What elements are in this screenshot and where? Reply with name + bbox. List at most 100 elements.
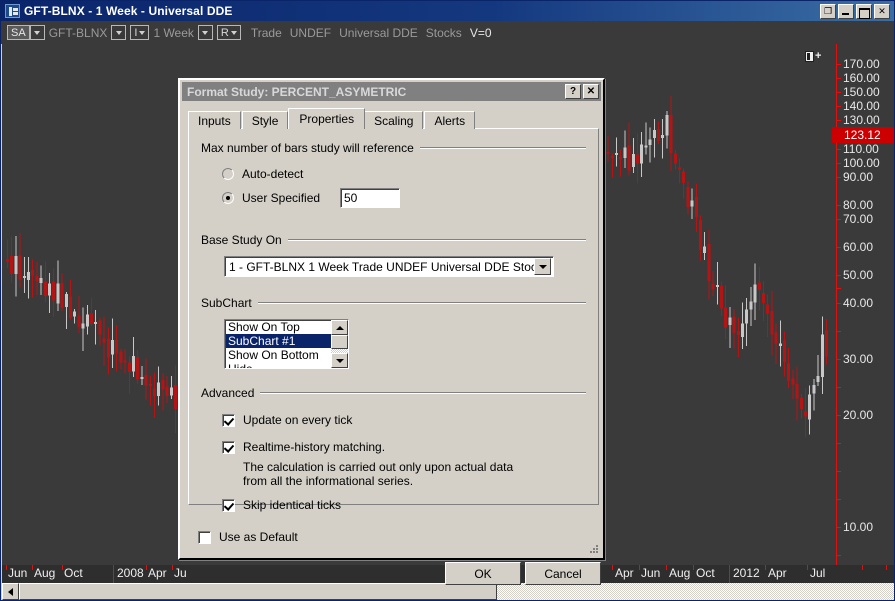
price-axis-label: 10.00 (843, 520, 873, 534)
use-as-default-row[interactable]: Use as Default (198, 530, 298, 544)
restore-window-button[interactable]: ❐ (820, 4, 836, 19)
mode-selector[interactable]: SA (7, 25, 45, 40)
dialog-tab-strip: Inputs Style Properties Scaling Alerts (188, 108, 599, 129)
price-axis-tick (836, 359, 841, 360)
price-axis-label: 160.00 (843, 71, 880, 85)
use-as-default-checkbox[interactable] (198, 531, 211, 544)
tab-style[interactable]: Style (242, 111, 289, 129)
price-axis-minor-tick (836, 443, 841, 444)
close-window-button[interactable]: ✕ (874, 4, 890, 19)
date-axis-label: Jun (8, 566, 27, 580)
scrollbar-track[interactable] (497, 583, 894, 600)
max-bars-input[interactable]: 50 (340, 188, 400, 208)
date-axis-label: Oct (64, 566, 83, 580)
group-divider (258, 302, 586, 304)
price-axis-label: 30.00 (843, 352, 873, 366)
minimize-window-button[interactable] (838, 4, 854, 19)
tab-scaling[interactable]: Scaling (364, 111, 423, 129)
date-axis-tick (639, 565, 640, 570)
scrollbar-thumb[interactable] (19, 583, 497, 600)
price-axis-tick (836, 205, 841, 206)
price-axis-label: 60.00 (843, 240, 873, 254)
price-axis-tick (836, 275, 841, 276)
dialog-title: Format Study: PERCENT_ASYMETRIC (187, 85, 563, 99)
update-every-tick-row[interactable]: Update on every tick (222, 413, 352, 427)
date-axis-label: Jun (641, 566, 660, 580)
subchart-group-title: SubChart (201, 296, 252, 310)
tab-inputs[interactable]: Inputs (188, 111, 241, 129)
scroll-down-button[interactable] (331, 353, 348, 368)
realtime-matching-checkbox[interactable] (222, 441, 235, 454)
price-axis-label: 50.00 (843, 268, 873, 282)
date-axis-tick (32, 565, 33, 570)
ok-button[interactable]: OK (445, 562, 521, 585)
window-controls: ❐ ✕ (820, 4, 890, 19)
interval-dropdown-arrow[interactable] (198, 25, 213, 40)
dialog-help-button[interactable]: ? (565, 84, 581, 99)
symbol-dropdown-arrow[interactable] (111, 25, 126, 40)
price-axis-label: 150.00 (843, 85, 880, 99)
mode-dropdown-arrow[interactable] (30, 25, 45, 40)
dialog-close-button[interactable]: ✕ (583, 84, 599, 99)
price-axis-label: 70.00 (843, 212, 873, 226)
date-axis-label: 2012 (733, 566, 760, 580)
auto-detect-radio[interactable] (222, 168, 234, 180)
group-divider (260, 392, 586, 394)
tab-properties[interactable]: Properties (288, 108, 365, 129)
price-axis-tick (836, 303, 841, 304)
date-axis-tick (6, 565, 7, 570)
base-study-value: 1 - GFT-BLNX 1 Week Trade UNDEF Universa… (225, 260, 534, 274)
skip-identical-ticks-label: Skip identical ticks (243, 498, 341, 512)
mode-button-label[interactable]: SA (7, 25, 30, 40)
realtime-matching-row[interactable]: Realtime-history matching. (222, 440, 385, 454)
list-item[interactable]: Show On Top (226, 320, 331, 334)
user-specified-radio[interactable] (222, 192, 234, 204)
use-as-default-label: Use as Default (219, 530, 298, 544)
skip-identical-ticks-row[interactable]: Skip identical ticks (222, 498, 341, 512)
list-item[interactable]: Show On Bottom (226, 348, 331, 362)
price-axis-minor-tick (836, 92, 841, 93)
date-axis-tick (693, 565, 694, 570)
base-study-combobox[interactable]: 1 - GFT-BLNX 1 Week Trade UNDEF Universa… (224, 256, 554, 277)
price-axis-label: 90.00 (843, 170, 873, 184)
subchart-listbox[interactable]: Show On Top SubChart #1 Show On Bottom H… (224, 319, 349, 369)
undef-label: UNDEF (290, 26, 331, 40)
group-divider (288, 239, 586, 241)
range-button[interactable]: R (217, 25, 241, 40)
skip-identical-ticks-checkbox[interactable] (222, 499, 235, 512)
price-axis[interactable]: 170.00160.00150.00140.00130.00110.00100.… (832, 44, 894, 565)
list-item[interactable]: SubChart #1 (226, 334, 331, 348)
scroll-left-button[interactable] (2, 583, 19, 600)
dialog-resize-grip[interactable] (588, 543, 600, 555)
auto-detect-radio-row[interactable]: Auto-detect (222, 167, 303, 181)
advanced-group-title: Advanced (201, 386, 254, 400)
date-axis-label: Apr (615, 566, 634, 580)
price-axis-label: 140.00 (843, 99, 880, 113)
chevron-down-icon[interactable] (534, 258, 551, 275)
chart-horizontal-scrollbar[interactable] (2, 583, 894, 600)
cancel-button[interactable]: Cancel (525, 562, 601, 585)
close-icon: ✕ (875, 5, 889, 18)
list-item[interactable]: Hide (226, 362, 331, 368)
date-axis-label: Aug (669, 566, 690, 580)
listbox-scroll-thumb[interactable] (331, 335, 348, 349)
interval-type-button[interactable]: I (130, 25, 149, 40)
max-bars-group: Max number of bars study will reference (201, 141, 586, 155)
update-every-tick-checkbox[interactable] (222, 414, 235, 427)
tab-alerts[interactable]: Alerts (424, 111, 475, 129)
date-axis-label: Oct (696, 566, 715, 580)
feed-label: Universal DDE (339, 26, 418, 40)
format-study-dialog: Format Study: PERCENT_ASYMETRIC ? ✕ Inpu… (178, 78, 605, 560)
user-specified-radio-row[interactable]: User Specified (222, 191, 320, 205)
max-bars-group-title: Max number of bars study will reference (201, 141, 414, 155)
date-axis-tick (146, 565, 147, 570)
instrument-label: Stocks (426, 26, 462, 40)
current-price-marker: 123.12 (832, 127, 894, 143)
scroll-up-button[interactable] (331, 320, 348, 335)
subchart-listbox-scrollbar[interactable] (331, 320, 348, 368)
dialog-title-bar: Format Study: PERCENT_ASYMETRIC ? ✕ (182, 82, 601, 101)
maximize-window-button[interactable] (856, 4, 872, 19)
price-axis-label: 130.00 (843, 113, 880, 127)
price-axis-tick (836, 78, 841, 79)
add-study-icon[interactable]: + (805, 50, 822, 62)
